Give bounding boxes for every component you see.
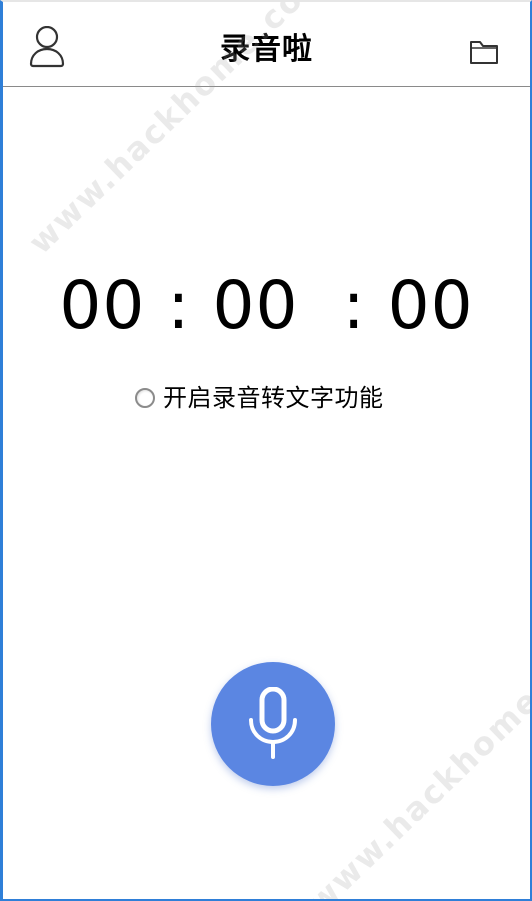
record-button[interactable] <box>211 662 335 786</box>
toggle-label: 开启录音转文字功能 <box>163 384 384 412</box>
app-title: 录音啦 <box>220 32 313 67</box>
watermark-text: www.hackhome.com <box>300 614 532 901</box>
folder-icon <box>470 41 498 64</box>
speech-to-text-toggle[interactable]: 开启录音转文字功能 <box>135 380 384 416</box>
folder-button[interactable] <box>468 38 500 66</box>
app-screen: 录音啦 00 : 00 : 00 开启录音转文字功能 www.hackhome.… <box>0 0 532 901</box>
toggle-radio[interactable] <box>135 388 155 408</box>
recording-timer: 00 : 00 : 00 <box>59 267 474 344</box>
top-app-bar: 录音啦 <box>3 2 530 87</box>
microphone-icon <box>249 687 297 759</box>
